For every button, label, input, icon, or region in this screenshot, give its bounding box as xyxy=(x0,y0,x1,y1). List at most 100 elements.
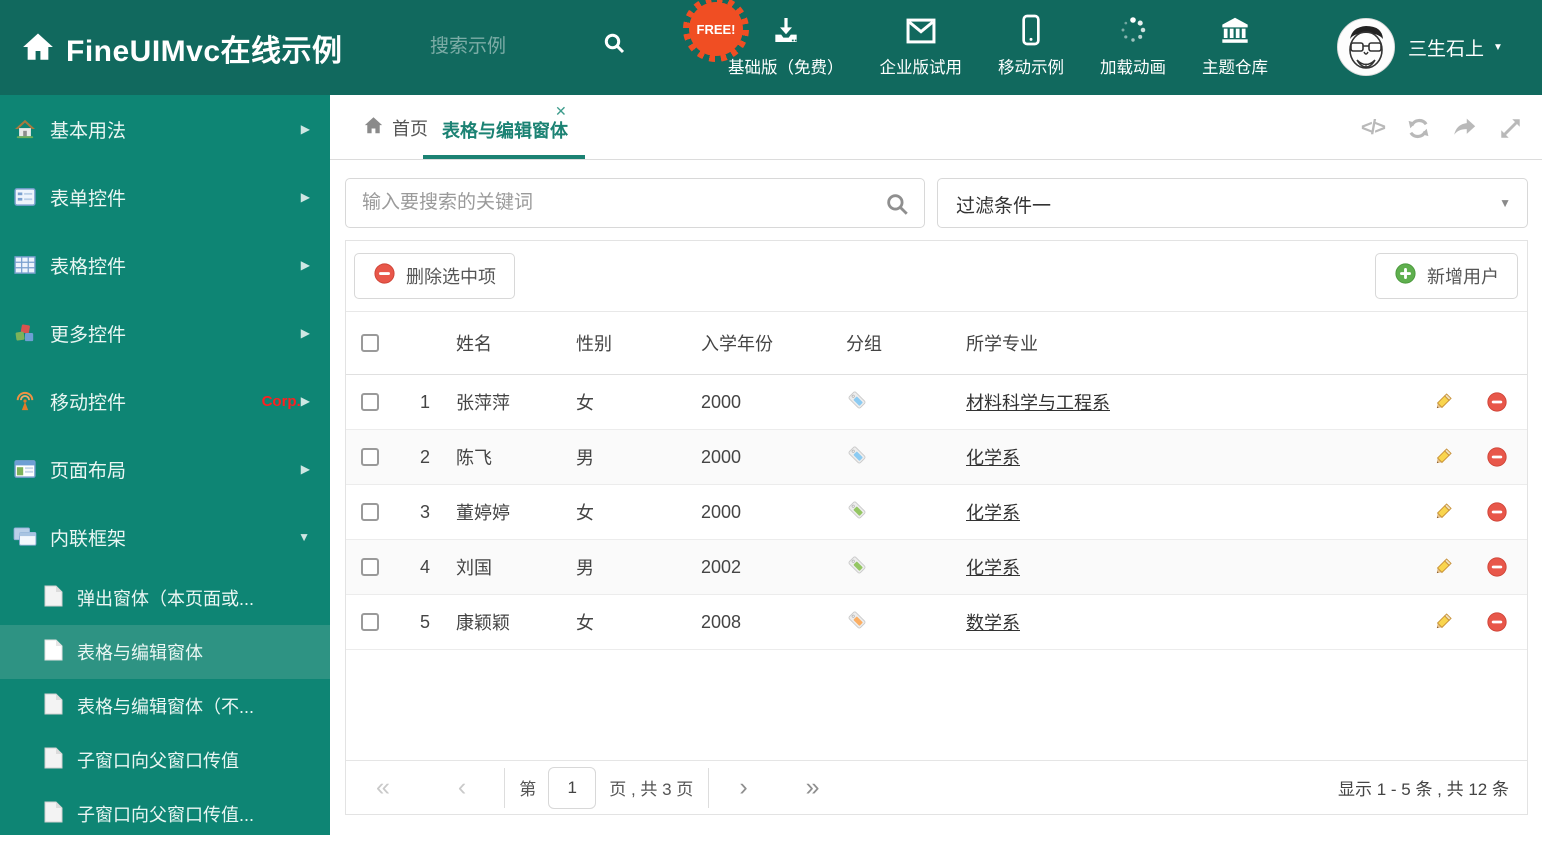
prev-page-button[interactable]: ‹ xyxy=(458,775,466,800)
delete-icon[interactable] xyxy=(1467,556,1527,578)
sidebar-item-label: 基本用法 xyxy=(50,116,301,143)
chevron-right-icon: ▶ xyxy=(301,122,310,136)
page-total-label: 页 , 共 3 页 xyxy=(609,775,693,800)
major-link[interactable]: 化学系 xyxy=(966,448,1020,468)
sidebar-subitem-label: 弹出窗体（本页面或... xyxy=(77,585,254,611)
edit-icon[interactable] xyxy=(1419,556,1467,578)
row-number: 1 xyxy=(394,392,434,413)
column-header-name[interactable]: 姓名 xyxy=(434,330,554,356)
form-icon xyxy=(12,188,38,206)
cubes-icon xyxy=(12,323,38,343)
first-page-button[interactable]: « xyxy=(376,775,390,800)
pagination-bar: « ‹ 第 页 , 共 3 页 › » 显示 1 - 5 条 , 共 12 条 xyxy=(346,760,1527,814)
row-number: 2 xyxy=(394,447,434,468)
delete-icon[interactable] xyxy=(1467,391,1527,413)
add-user-button[interactable]: 新增用户 xyxy=(1375,253,1518,299)
cell-gender: 女 xyxy=(554,499,679,525)
row-checkbox[interactable] xyxy=(361,613,379,631)
cell-name: 陈飞 xyxy=(434,444,554,470)
major-link[interactable]: 化学系 xyxy=(966,503,1020,523)
frames-icon xyxy=(12,527,38,547)
user-avatar[interactable] xyxy=(1337,18,1395,76)
tab-home[interactable]: 首页 xyxy=(363,115,428,141)
table-row: 4 刘国 男 2002 化学系 xyxy=(346,540,1527,595)
delete-icon[interactable] xyxy=(1467,501,1527,523)
row-checkbox[interactable] xyxy=(361,558,379,576)
app-title: FineUIMvc在线示例 xyxy=(66,26,343,70)
tag-icon[interactable] xyxy=(824,499,944,526)
table-row: 3 董婷婷 女 2000 化学系 xyxy=(346,485,1527,540)
sidebar-subitem-grid-edit-window[interactable]: 表格与编辑窗体 xyxy=(0,625,330,679)
column-header-year[interactable]: 入学年份 xyxy=(679,330,824,356)
nav-mobile-demo[interactable]: 移动示例 xyxy=(998,12,1064,78)
chevron-right-icon: ▶ xyxy=(301,394,310,408)
delete-icon[interactable] xyxy=(1467,446,1527,468)
add-user-label: 新增用户 xyxy=(1427,263,1499,289)
cell-name: 康颖颖 xyxy=(434,609,554,635)
tag-icon[interactable] xyxy=(824,554,944,581)
filter-dropdown[interactable]: 过滤条件一 ▼ xyxy=(937,178,1528,228)
file-icon xyxy=(44,747,63,774)
fullscreen-icon[interactable] xyxy=(1497,115,1524,142)
sidebar-item-iframe[interactable]: 内联框架 ▼ xyxy=(0,503,330,571)
sidebar-subitem-label: 子窗口向父窗口传值 xyxy=(77,747,239,773)
tag-icon[interactable] xyxy=(824,609,944,636)
edit-icon[interactable] xyxy=(1419,391,1467,413)
nav-loading-animation[interactable]: 加载动画 xyxy=(1100,12,1166,78)
sidebar-item-label: 页面布局 xyxy=(50,456,301,483)
sidebar-subitem-grid-edit-window-2[interactable]: 表格与编辑窗体（不... xyxy=(0,679,330,733)
next-page-button[interactable]: › xyxy=(739,775,747,800)
row-checkbox[interactable] xyxy=(361,448,379,466)
home-icon xyxy=(12,119,38,139)
close-icon[interactable]: ✕ xyxy=(555,103,567,120)
header-search-input[interactable] xyxy=(430,30,585,64)
sidebar-subitem-child-to-parent[interactable]: 子窗口向父窗口传值 xyxy=(0,733,330,787)
row-checkbox[interactable] xyxy=(361,503,379,521)
sidebar-subitem-popup-window[interactable]: 弹出窗体（本页面或... xyxy=(0,571,330,625)
cell-year: 2000 xyxy=(679,392,824,413)
tag-icon[interactable] xyxy=(824,444,944,471)
nav-theme-store[interactable]: 主题仓库 xyxy=(1202,12,1268,78)
keyword-search-input[interactable] xyxy=(362,179,882,227)
tag-icon[interactable] xyxy=(824,389,944,416)
delete-selected-button[interactable]: 删除选中项 xyxy=(354,253,515,299)
row-number: 5 xyxy=(394,612,434,633)
table-icon xyxy=(12,256,38,274)
refresh-icon[interactable] xyxy=(1405,115,1432,142)
major-link[interactable]: 化学系 xyxy=(966,558,1020,578)
sidebar-item-form-controls[interactable]: 表单控件 ▶ xyxy=(0,163,330,231)
sidebar-subitem-label: 子窗口向父窗口传值... xyxy=(77,801,254,827)
open-in-new-icon[interactable] xyxy=(1451,115,1478,142)
cell-name: 刘国 xyxy=(434,554,554,580)
sidebar-item-mobile-controls[interactable]: 移动控件 Corp. ▶ xyxy=(0,367,330,435)
header-search-icon[interactable] xyxy=(602,31,626,60)
column-header-major[interactable]: 所学专业 xyxy=(944,330,1419,356)
major-link[interactable]: 材料科学与工程系 xyxy=(966,393,1110,413)
sidebar-subitem-child-to-parent-2[interactable]: 子窗口向父窗口传值... xyxy=(0,787,330,841)
edit-icon[interactable] xyxy=(1419,446,1467,468)
major-link[interactable]: 数学系 xyxy=(966,613,1020,633)
tab-grid-edit-window[interactable]: 表格与编辑窗体 ✕ xyxy=(423,95,585,159)
sidebar-item-page-layout[interactable]: 页面布局 ▶ xyxy=(0,435,330,503)
tab-bar-tools: </> xyxy=(1359,115,1524,142)
page-number-input[interactable] xyxy=(548,767,596,809)
search-icon[interactable] xyxy=(884,191,910,222)
source-code-icon[interactable]: </> xyxy=(1359,115,1386,142)
app-home-icon[interactable] xyxy=(20,30,56,69)
sidebar-item-grid-controls[interactable]: 表格控件 ▶ xyxy=(0,231,330,299)
user-menu[interactable]: 三生石上 ▼ xyxy=(1408,34,1503,61)
nav-enterprise-trial[interactable]: 企业版试用 xyxy=(880,12,963,78)
sidebar-item-basic-usage[interactable]: 基本用法 ▶ xyxy=(0,95,330,163)
column-header-gender[interactable]: 性别 xyxy=(554,330,679,356)
edit-icon[interactable] xyxy=(1419,611,1467,633)
sidebar-item-more-controls[interactable]: 更多控件 ▶ xyxy=(0,299,330,367)
edit-icon[interactable] xyxy=(1419,501,1467,523)
mobile-icon xyxy=(1021,12,1041,46)
corp-badge: Corp. xyxy=(262,393,301,410)
last-page-button[interactable]: » xyxy=(806,775,820,800)
delete-icon[interactable] xyxy=(1467,611,1527,633)
row-checkbox[interactable] xyxy=(361,393,379,411)
cell-name: 董婷婷 xyxy=(434,499,554,525)
select-all-checkbox[interactable] xyxy=(361,334,379,352)
column-header-group[interactable]: 分组 xyxy=(824,330,944,356)
